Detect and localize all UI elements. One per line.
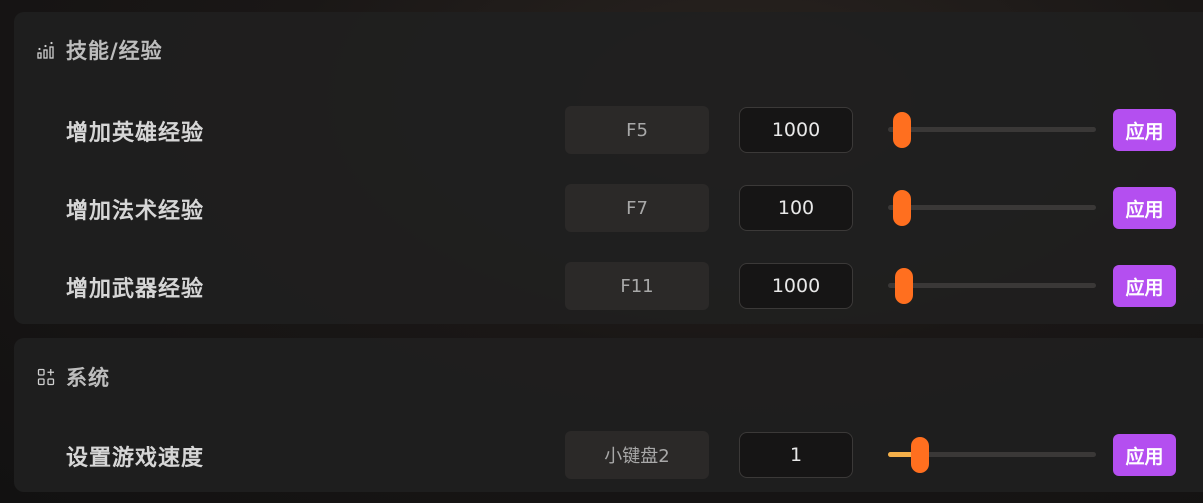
slider-track: [888, 283, 1096, 288]
weapon-exp-label: 增加武器经验: [66, 277, 205, 302]
spell-exp-apply-button[interactable]: 应用: [1113, 187, 1176, 229]
spell-exp-row: 增加法术经验 F7 100 应用: [14, 184, 1203, 232]
apps-add-icon: [36, 367, 56, 387]
bar-chart-icon: [36, 40, 56, 60]
hero-exp-label: 增加英雄经验: [66, 121, 205, 146]
slider-track: [888, 127, 1096, 132]
hero-exp-row: 增加英雄经验 F5 1000 应用: [14, 106, 1203, 154]
slider-thumb[interactable]: [894, 268, 913, 304]
game-speed-value-input[interactable]: 1: [739, 432, 853, 478]
slider-thumb[interactable]: [893, 190, 911, 226]
game-speed-slider[interactable]: [888, 431, 1096, 479]
weapon-exp-hotkey-button[interactable]: F11: [565, 262, 709, 310]
system-panel: 系统 设置游戏速度 小键盘2 1 应用: [14, 338, 1203, 492]
system-panel-title: 系统: [66, 366, 110, 390]
weapon-exp-row: 增加武器经验 F11 1000 应用: [14, 262, 1203, 310]
weapon-exp-slider[interactable]: [888, 262, 1096, 310]
spell-exp-hotkey-button[interactable]: F7: [565, 184, 709, 232]
skills-panel-header: 技能/经验: [36, 36, 163, 64]
game-speed-apply-button[interactable]: 应用: [1113, 434, 1176, 476]
hero-exp-apply-button[interactable]: 应用: [1113, 109, 1176, 151]
system-panel-header: 系统: [36, 363, 110, 391]
slider-track: [888, 205, 1096, 210]
spell-exp-label: 增加法术经验: [66, 199, 205, 224]
slider-thumb[interactable]: [893, 112, 911, 148]
slider-thumb[interactable]: [911, 437, 929, 473]
spell-exp-slider[interactable]: [888, 184, 1096, 232]
weapon-exp-value-input[interactable]: 1000: [739, 263, 853, 309]
skills-panel-title: 技能/经验: [66, 39, 163, 63]
game-speed-hotkey-button[interactable]: 小键盘2: [565, 431, 709, 479]
hero-exp-value-input[interactable]: 1000: [739, 107, 853, 153]
hero-exp-slider[interactable]: [888, 106, 1096, 154]
skills-experience-panel: 技能/经验 增加英雄经验 F5 1000 应用 增加法术经验 F7 100 应用…: [14, 12, 1203, 324]
hero-exp-hotkey-button[interactable]: F5: [565, 106, 709, 154]
game-speed-row: 设置游戏速度 小键盘2 1 应用: [14, 431, 1203, 479]
weapon-exp-apply-button[interactable]: 应用: [1113, 265, 1176, 307]
game-speed-label: 设置游戏速度: [66, 446, 205, 471]
spell-exp-value-input[interactable]: 100: [739, 185, 853, 231]
